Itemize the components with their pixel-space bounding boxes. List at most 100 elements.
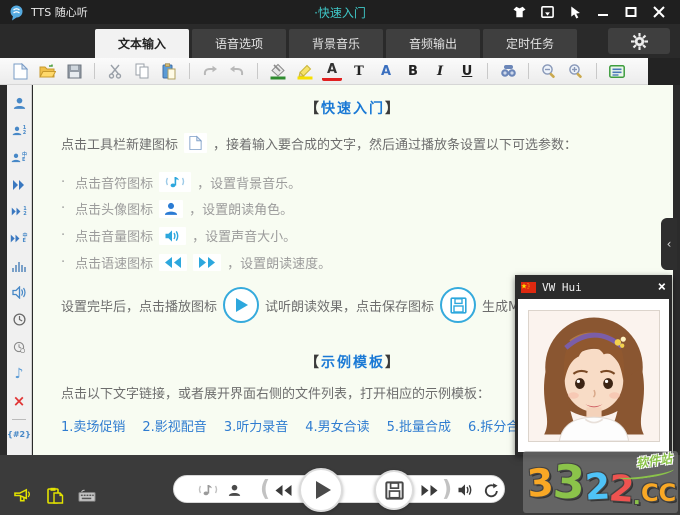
background-music-icon[interactable]: ♪ <box>10 365 28 382</box>
paragraph-intro: 点击工具栏新建图标 ，接着输入要合成的文字，然后通过播放条设置以下可选参数： <box>61 133 577 153</box>
music-note-waves-icon <box>159 172 192 192</box>
underline-icon[interactable]: U <box>457 61 477 81</box>
tab-audio-output[interactable]: 音频输出 <box>386 29 480 58</box>
speed-icon[interactable] <box>10 176 28 193</box>
font-size-icon[interactable]: A <box>376 61 396 81</box>
player-volume-icon[interactable] <box>455 476 475 504</box>
volume-icon[interactable] <box>10 284 28 301</box>
player-rewind-icon[interactable] <box>272 476 294 504</box>
font-color-icon[interactable]: A <box>322 61 342 81</box>
keyboard-icon[interactable] <box>78 487 96 503</box>
bullet-music: · 点击音符图标 ，设置背景音乐。 <box>61 172 301 192</box>
toolbar: A T A B I U <box>0 58 648 85</box>
clock-icon[interactable] <box>10 311 28 328</box>
link-template-1[interactable]: 1.卖场促销 <box>61 416 125 435</box>
tab-voice-options[interactable]: 语音选项 <box>192 29 286 58</box>
redo-icon[interactable] <box>227 61 247 81</box>
watermark-digit: 3 <box>525 460 555 506</box>
link-template-3[interactable]: 3.听力录音 <box>224 416 288 435</box>
clipboard-doc-icon[interactable] <box>46 487 64 504</box>
titlebar: TTS 随心听 ·快速入门 <box>0 0 680 24</box>
cut-icon[interactable] <box>105 61 125 81</box>
delete-icon[interactable]: × <box>10 392 28 410</box>
link-template-4[interactable]: 4.男女合读 <box>305 416 369 435</box>
toolbar-separator <box>189 63 190 79</box>
speaker-icon <box>159 226 187 245</box>
skin-icon[interactable] <box>512 5 526 19</box>
popup-close-icon[interactable]: × <box>658 279 666 295</box>
minimize-icon[interactable] <box>596 5 610 19</box>
player-save-button[interactable] <box>374 470 414 510</box>
window-title: TTS 随心听 <box>31 6 88 19</box>
settings-button[interactable] <box>608 28 670 54</box>
speed-lang-icon[interactable]: 中E <box>10 230 28 247</box>
reader-person-order-icon[interactable]: 12 <box>10 122 28 139</box>
play-circle-icon <box>223 287 260 323</box>
player-music-icon[interactable] <box>196 476 220 504</box>
clock-small-icon[interactable] <box>10 338 28 355</box>
tab-background-music[interactable]: 背景音乐 <box>289 29 383 58</box>
forward-icon <box>193 254 222 271</box>
sidebar-separator <box>12 419 26 420</box>
new-file-inline-icon <box>184 133 208 153</box>
tray-icon[interactable] <box>540 5 554 19</box>
template-links: 1.卖场促销 2.影视配音 3.听力录音 4.男女合读 5.批量合成 6.拆分合… <box>61 416 588 435</box>
bold-icon[interactable]: B <box>403 61 423 81</box>
tab-scheduled-tasks[interactable]: 定时任务 <box>483 29 577 58</box>
player-play-button[interactable] <box>299 468 343 512</box>
maximize-icon[interactable] <box>624 5 638 19</box>
paragraph-finish: 设置完毕后，点击播放图标 试听朗读效果，点击保存图标 生成MP3 <box>61 283 535 327</box>
player-person-icon[interactable] <box>226 476 242 504</box>
copy-icon[interactable] <box>132 61 152 81</box>
popup-titlebar: VW Hui × <box>515 275 672 299</box>
save-file-icon[interactable] <box>64 61 84 81</box>
playback-bar: ( ) <box>173 468 505 512</box>
open-file-icon[interactable] <box>37 61 57 81</box>
player-forward-icon[interactable] <box>418 476 440 504</box>
watermark-digit: 3 <box>551 454 587 510</box>
person-icon <box>159 199 184 218</box>
collapse-panel-toggle[interactable]: ‹ <box>661 218 677 270</box>
floppy-icon <box>384 480 404 500</box>
toolbar-separator <box>94 63 95 79</box>
highlight-pen-icon[interactable] <box>295 61 315 81</box>
toolbar-separator <box>528 63 529 79</box>
flag-icon <box>521 281 536 293</box>
zoom-in-icon[interactable] <box>566 61 586 81</box>
paste-icon[interactable] <box>159 61 179 81</box>
app-logo-icon <box>8 4 25 21</box>
watermark: 3 3 2 2 . CC 软件站 <box>523 451 678 513</box>
player-repeat-icon[interactable] <box>482 476 500 504</box>
italic-icon[interactable]: I <box>430 61 450 81</box>
toolbar-separator <box>257 63 258 79</box>
divider-paren-close: ) <box>442 476 453 502</box>
new-file-icon[interactable] <box>10 61 30 81</box>
popup-body <box>518 299 669 452</box>
link-template-5[interactable]: 5.批量合成 <box>387 416 451 435</box>
gear-icon <box>630 32 648 50</box>
close-icon[interactable] <box>652 5 666 19</box>
voice-avatar-popup: VW Hui × <box>515 275 672 455</box>
horn-icon[interactable] <box>14 487 32 503</box>
undo-icon[interactable] <box>200 61 220 81</box>
tab-text-input[interactable]: 文本输入 <box>95 29 189 58</box>
play-icon <box>315 481 331 499</box>
zoom-out-icon[interactable] <box>539 61 559 81</box>
rewind-icon <box>159 254 188 271</box>
font-serif-icon[interactable]: T <box>349 61 369 81</box>
equalizer-icon[interactable] <box>10 257 28 274</box>
playlist-icon[interactable] <box>607 61 627 81</box>
section-title-quickstart: 【快速入门】 <box>305 101 401 117</box>
link-template-2[interactable]: 2.影视配音 <box>142 416 206 435</box>
left-sidebar: 12 中E 12 中E ♪ × {#2} <box>7 85 32 455</box>
find-icon[interactable] <box>498 61 518 81</box>
pointer-icon[interactable] <box>568 5 582 19</box>
bullet-speed: · 点击语速图标 ，设置朗读速度。 <box>61 254 332 272</box>
speed-order-icon[interactable]: 12 <box>10 203 28 220</box>
insert-number-icon[interactable]: {#2} <box>7 430 31 439</box>
avatar-image <box>527 309 660 442</box>
divider-paren-open: ( <box>260 476 271 502</box>
fill-color-icon[interactable] <box>268 61 288 81</box>
reader-person-lang-icon[interactable]: 中E <box>10 149 28 166</box>
reader-person-icon[interactable] <box>10 95 28 112</box>
